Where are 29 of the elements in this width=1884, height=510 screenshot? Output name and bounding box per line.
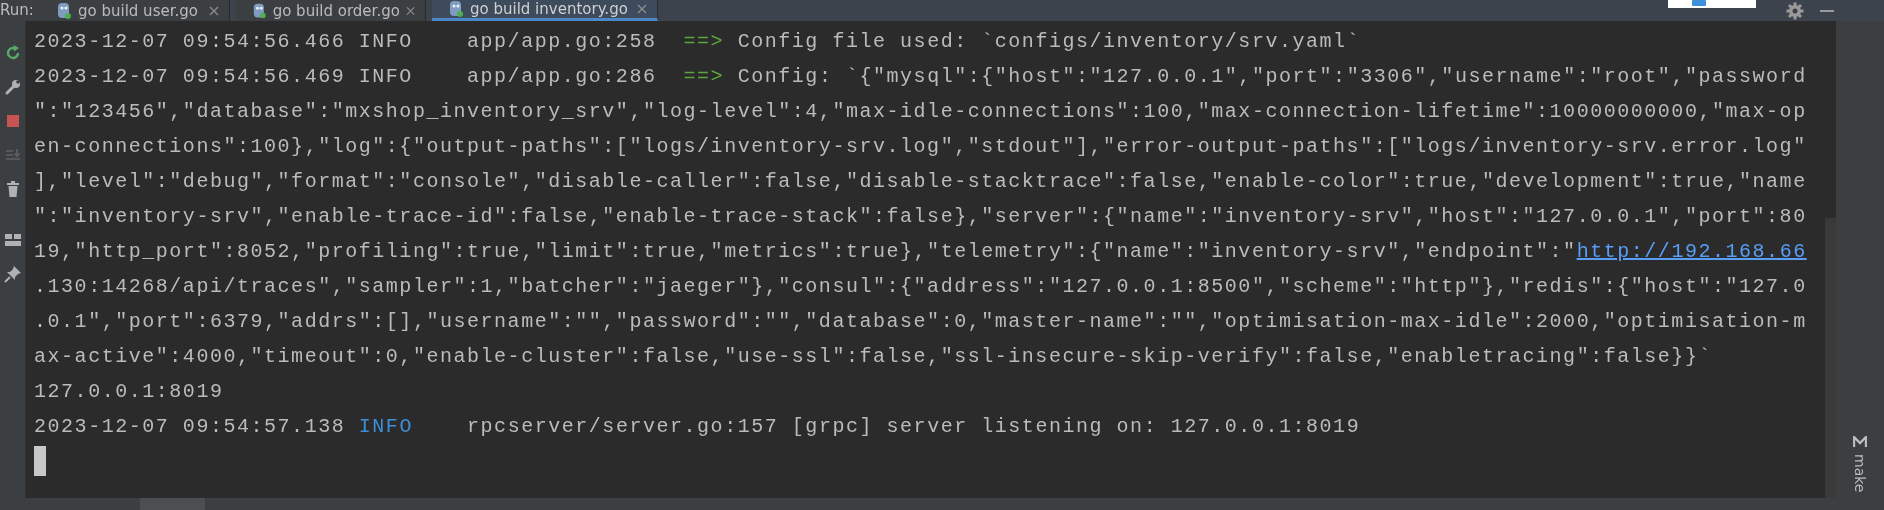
close-icon[interactable]: [209, 5, 219, 16]
console-line: 19,"http_port":8052,"profiling":true,"limit":true,"metrics":true},"telemetry":{"name":"inventory-srv","endpoint":"http://192.168.66: [34, 239, 1808, 265]
console-line: .130:14268/api/traces","sampler":1,"batcher":"jaeger"},"consul":{"address":"127.0.0.1:8500","scheme":"http"},"redis":{"host":"127.0: [34, 274, 1808, 300]
file-icon: [252, 1, 267, 20]
file-icon: [56, 1, 72, 20]
pin-icon[interactable]: [3, 265, 22, 283]
wrench-icon[interactable]: [3, 78, 22, 96]
layout-icon[interactable]: [3, 231, 22, 249]
console-line: 2023-12-07 09:54:56.469 INFO app/app.go:286 ==> Config: `{"mysql":{"host":"127.0.0.1","port":"3306","username":"root","password: [34, 64, 1808, 90]
console-line: .0.1","port":6379,"addrs":[],"username":"","password":"","database":0,"master-name":"","optimisation-max-idle":2000,"optimisation-m: [34, 309, 1808, 335]
link[interactable]: http://192.168.66: [1576, 240, 1807, 263]
tab[interactable]: go build user.go: [40, 0, 230, 21]
file-icon: [448, 0, 464, 18]
console-line: ax-active":4000,"timeout":0,"enable-cluster":false,"use-ssl":false,"ssl-insecure-skip-verify":false,"enabletracing":false}}`: [34, 344, 1713, 370]
tab[interactable]: go build inventory.go: [432, 0, 658, 21]
console-line: ],"level":"debug","format":"console","disable-caller":false,"disable-stacktrace":false,"enable-color":true,"development":true,"name: [34, 169, 1808, 195]
console-line: 2023-12-07 09:54:57.138 INFO rpcserver/server.go:157 [grpc] server listening on: 127.0.0.1:8019: [34, 414, 1362, 440]
console-line: 127.0.0.1:8019: [34, 379, 225, 405]
close-icon[interactable]: [637, 4, 647, 14]
m-icon[interactable]: [1853, 435, 1867, 448]
panel-label[interactable]: make: [1852, 453, 1868, 492]
console-line: 2023-12-07 09:54:56.466 INFO app/app.go:258 ==> Config file used: `configs/inventory/srv.yaml`: [34, 29, 1362, 55]
tab[interactable]: go build order.go: [236, 0, 426, 21]
settings-icon[interactable]: [1786, 1, 1804, 20]
run-label: Run:: [0, 0, 40, 21]
close-icon[interactable]: [405, 5, 415, 16]
console-line: en-connections":100},"log":{"output-paths":["logs/inventory-srv.log","stdout"],"error-output-paths":["logs/inventory-srv.error.log": [34, 134, 1808, 160]
console-line: ":"inventory-srv","enable-trace-id":false,"enable-trace-stack":false},"server":{"name":"inventory-srv","host":"127.0.0.1","port":80: [34, 204, 1808, 230]
console-line: ":"123456","database":"mxshop_inventory_srv","log-level":4,"max-idle-connections":100,"max-connection-lifetime":10000000000,"max-op: [34, 99, 1808, 125]
